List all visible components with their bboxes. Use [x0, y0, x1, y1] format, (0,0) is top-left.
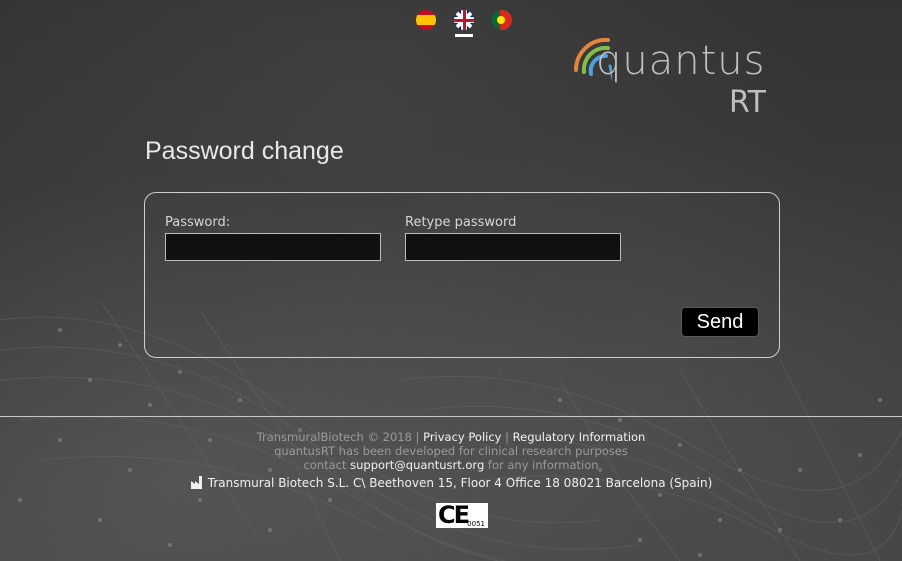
- language-selector: [416, 10, 512, 30]
- footer-separator: |: [505, 430, 509, 444]
- footer-links-row: TransmuralBiotech © 2018 | Privacy Polic…: [0, 430, 902, 444]
- address-row: Transmural Biotech S.L. C\ Beethoven 15,…: [0, 475, 902, 490]
- company-address: Transmural Biotech S.L. C\ Beethoven 15,…: [207, 476, 713, 490]
- uk-flag-icon[interactable]: [454, 10, 474, 30]
- footer: TransmuralBiotech © 2018 | Privacy Polic…: [0, 430, 902, 490]
- uk-flag-cross: [462, 10, 466, 30]
- quantus-rt-logo: quantus RT: [572, 36, 782, 120]
- ce-notified-body-number: 0051: [467, 520, 485, 528]
- active-language-indicator: [455, 34, 473, 37]
- ce-mark-icon: CE 0051: [436, 501, 488, 529]
- password-change-form: Password: Retype password Send: [144, 192, 780, 358]
- logo-wordmark: quantus: [596, 38, 766, 84]
- retype-password-input[interactable]: [405, 233, 621, 261]
- developed-notice: quantusRT has been developed for clinica…: [274, 444, 628, 458]
- regulatory-information-link[interactable]: Regulatory Information: [513, 430, 646, 444]
- send-button[interactable]: Send: [681, 307, 759, 337]
- copyright-text: TransmuralBiotech © 2018 |: [256, 430, 420, 444]
- contact-suffix: for any information: [487, 458, 599, 472]
- factory-icon: [190, 476, 202, 489]
- support-email-link[interactable]: support@quantusrt.org: [350, 458, 484, 472]
- contact-prefix: contact: [303, 458, 347, 472]
- password-input[interactable]: [165, 233, 381, 261]
- portugal-flag-icon[interactable]: [492, 10, 512, 30]
- privacy-policy-link[interactable]: Privacy Policy: [423, 430, 501, 444]
- spain-flag-icon[interactable]: [416, 10, 436, 30]
- password-label: Password:: [165, 215, 231, 230]
- logo-suffix: RT: [729, 85, 766, 120]
- retype-password-label: Retype password: [405, 215, 517, 230]
- contact-row: contact support@quantusrt.org for any in…: [0, 458, 902, 472]
- page-title: Password change: [145, 137, 344, 165]
- footer-divider: [0, 416, 902, 417]
- ce-mark-text: CE: [438, 501, 470, 529]
